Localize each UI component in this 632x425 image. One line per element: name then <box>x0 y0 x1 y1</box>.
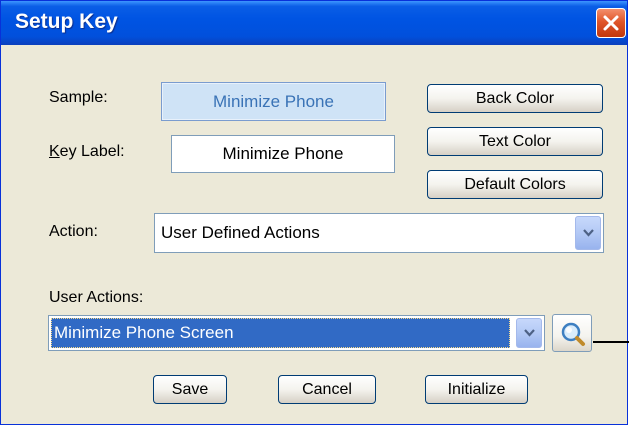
close-button[interactable] <box>596 8 626 38</box>
user-actions-label: User Actions: <box>49 289 144 306</box>
callout-line <box>593 341 629 343</box>
setup-key-dialog: Setup Key Sample: Minimize Phone Key Lab… <box>0 0 629 425</box>
user-actions-dropdown-button[interactable] <box>516 318 542 348</box>
default-colors-button[interactable]: Default Colors <box>427 170 603 199</box>
action-dropdown-button[interactable] <box>575 216 601 250</box>
text-color-button[interactable]: Text Color <box>427 127 603 156</box>
key-label-accesskey: K <box>49 143 60 160</box>
action-select-value: User Defined Actions <box>161 223 320 242</box>
initialize-button[interactable]: Initialize <box>425 375 528 404</box>
cancel-button[interactable]: Cancel <box>278 375 376 404</box>
user-actions-select[interactable]: Minimize Phone Screen <box>48 315 545 351</box>
user-actions-select-value: Minimize Phone Screen <box>51 318 510 348</box>
window-title: Setup Key <box>15 10 118 33</box>
sample-label: Sample: <box>49 89 108 106</box>
search-actions-button[interactable] <box>552 314 592 352</box>
key-label-label-rest: ey Label: <box>59 143 125 160</box>
save-button[interactable]: Save <box>153 375 227 404</box>
key-label-label: Key Label: <box>49 143 125 161</box>
back-color-button[interactable]: Back Color <box>427 84 603 113</box>
key-label-input[interactable]: Minimize Phone <box>171 135 395 173</box>
action-label: Action: <box>49 223 98 240</box>
title-bar[interactable]: Setup Key <box>1 1 627 45</box>
sample-preview: Minimize Phone <box>161 82 386 121</box>
action-select[interactable]: User Defined Actions <box>154 213 604 253</box>
